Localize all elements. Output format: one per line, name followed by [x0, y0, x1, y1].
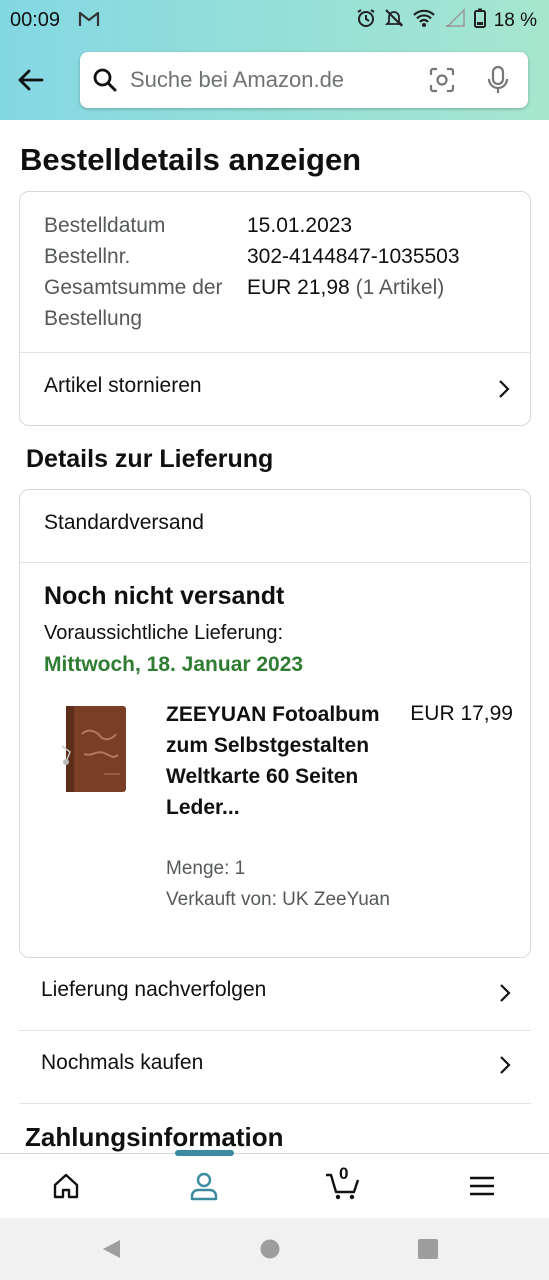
- order-item-count: (1 Artikel): [355, 276, 445, 299]
- hamburger-menu-icon: [470, 1176, 494, 1196]
- battery-icon: [473, 8, 486, 33]
- microphone-icon[interactable]: [486, 65, 514, 94]
- buy-again-label: Nochmals kaufen: [41, 1051, 204, 1074]
- product-quantity: Menge: 1: [166, 858, 246, 879]
- order-number-label: Bestellnr.: [44, 245, 131, 268]
- nav-cart[interactable]: 0: [322, 1164, 364, 1204]
- cancel-items-label: Artikel stornieren: [44, 374, 202, 397]
- system-back-button[interactable]: [98, 1236, 124, 1262]
- user-icon: [190, 1172, 218, 1201]
- delivery-card: Standardversand Noch nicht versandt Vora…: [19, 489, 531, 958]
- home-icon: [53, 1173, 79, 1199]
- track-delivery-label: Lieferung nachverfolgen: [41, 978, 267, 1001]
- shipping-status: Noch nicht versandt: [44, 582, 285, 610]
- wifi-icon: [412, 8, 436, 33]
- product-title[interactable]: ZEEYUAN Fotoalbum zum Selbstgestalten We…: [166, 699, 396, 823]
- page-title: Bestelldetails anzeigen: [20, 142, 362, 177]
- product-seller: Verkauft von: UK ZeeYuan: [166, 889, 390, 910]
- chevron-right-icon: [500, 984, 511, 1002]
- order-date-label: Bestelldatum: [44, 214, 166, 237]
- divider: [20, 562, 530, 563]
- nav-account[interactable]: [184, 1168, 224, 1204]
- delivery-section-title: Details zur Lieferung: [26, 445, 274, 473]
- app-header: 00:09 18 % Suche bei Amazon.de: [0, 0, 549, 120]
- triangle-back-icon: [103, 1240, 120, 1258]
- status-icons: 18 %: [356, 8, 537, 33]
- divider: [19, 1103, 531, 1104]
- order-summary-card: Bestelldatum 15.01.2023 Bestellnr. 302-4…: [19, 191, 531, 426]
- order-date-value: 15.01.2023: [247, 214, 353, 237]
- product-price: EUR 17,99: [410, 702, 513, 725]
- alarm-icon: [356, 8, 376, 33]
- cancel-items-row[interactable]: Artikel stornieren: [20, 353, 530, 426]
- bottom-navigation: 0: [0, 1150, 549, 1218]
- order-total-value: EUR 21,98 (1 Artikel): [247, 272, 444, 303]
- search-icon: [92, 67, 118, 93]
- square-recents-icon: [418, 1239, 438, 1259]
- mute-icon: [384, 8, 404, 33]
- payment-section-title: Zahlungsinformation: [25, 1122, 284, 1152]
- search-input[interactable]: Suche bei Amazon.de: [80, 52, 528, 108]
- signal-icon: [444, 8, 466, 33]
- chevron-right-icon: [499, 380, 510, 398]
- camera-lens-icon[interactable]: [428, 66, 456, 94]
- arrow-left-icon: [18, 69, 44, 91]
- active-tab-indicator: [175, 1150, 234, 1156]
- order-total-label: Gesamtsumme der Bestellung: [44, 276, 223, 330]
- track-delivery-row[interactable]: Lieferung nachverfolgen: [19, 958, 531, 1030]
- back-button[interactable]: [14, 64, 46, 96]
- shipping-type: Standardversand: [44, 511, 204, 534]
- expected-delivery-label: Voraussichtliche Lieferung:: [44, 622, 284, 644]
- chevron-right-icon: [500, 1056, 511, 1074]
- order-number-value: 302-4144847-1035503: [247, 245, 460, 268]
- circle-home-icon: [260, 1239, 280, 1259]
- system-home-button[interactable]: [257, 1236, 283, 1262]
- search-placeholder: Suche bei Amazon.de: [130, 67, 345, 92]
- expected-delivery-date: Mittwoch, 18. Januar 2023: [44, 653, 304, 676]
- system-recents-button[interactable]: [415, 1236, 441, 1262]
- product-image[interactable]: [56, 704, 130, 796]
- gmail-icon: [78, 10, 100, 33]
- status-bar: 00:09 18 %: [0, 0, 549, 40]
- cart-count: 0: [339, 1164, 349, 1183]
- status-time: 00:09: [10, 9, 61, 31]
- nav-menu[interactable]: [462, 1168, 502, 1204]
- order-total-amount: EUR 21,98: [247, 276, 350, 299]
- battery-percentage: 18 %: [493, 9, 537, 31]
- system-navigation-bar: [0, 1218, 549, 1280]
- buy-again-row[interactable]: Nochmals kaufen: [19, 1031, 531, 1103]
- nav-home[interactable]: [46, 1168, 86, 1204]
